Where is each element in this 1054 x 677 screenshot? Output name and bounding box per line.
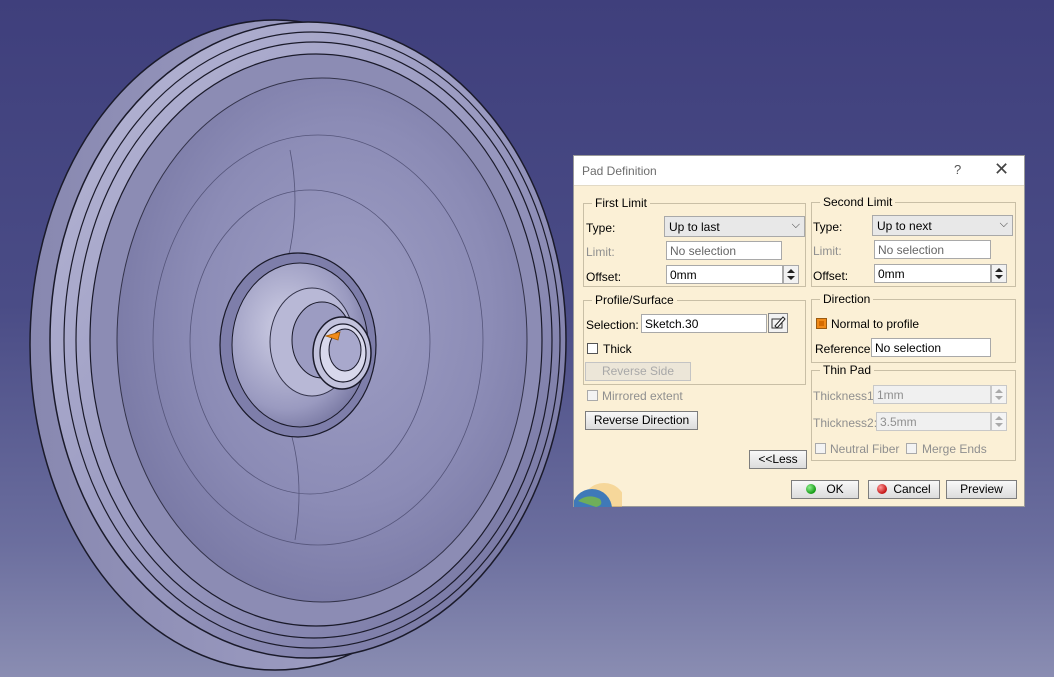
first-limit-legend: First Limit xyxy=(592,196,650,210)
merge-ends-label: Merge Ends xyxy=(922,442,987,456)
thickness1-label: Thickness1: xyxy=(813,389,878,403)
chevron-down-icon: ⌵ xyxy=(999,218,1008,230)
normal-to-profile-checkbox[interactable] xyxy=(816,318,827,329)
thick-checkbox[interactable] xyxy=(587,343,598,354)
reverse-direction-button[interactable]: Reverse Direction xyxy=(585,411,698,430)
neutral-fiber-label: Neutral Fiber xyxy=(830,442,900,456)
merge-ends-checkbox[interactable] xyxy=(906,443,917,454)
second-limit-legend: Second Limit xyxy=(820,195,896,209)
dialog-titlebar[interactable]: Pad Definition ? ✕ xyxy=(574,156,1024,186)
cancel-icon xyxy=(877,484,888,494)
pad-definition-dialog: Pad Definition ? ✕ First Limit Type: Up … xyxy=(573,155,1025,507)
first-offset-spinner[interactable] xyxy=(783,265,799,284)
second-offset-spinner[interactable] xyxy=(991,264,1007,283)
reverse-side-button[interactable]: Reverse Side xyxy=(585,362,691,381)
first-offset-input[interactable]: 0mm xyxy=(666,265,783,284)
second-type-label: Type: xyxy=(813,220,843,234)
thickness1-spinner[interactable] xyxy=(991,385,1007,404)
dialog-title: Pad Definition xyxy=(582,164,657,178)
thickness2-input[interactable]: 3.5mm xyxy=(876,412,991,431)
thickness2-spinner[interactable] xyxy=(991,412,1007,431)
wheel-part[interactable] xyxy=(29,19,567,671)
preview-button[interactable]: Preview xyxy=(946,480,1017,499)
thickness1-input[interactable]: 1mm xyxy=(873,385,991,404)
first-type-dropdown[interactable]: Up to last ⌵ xyxy=(664,216,805,237)
second-limit-label: Limit: xyxy=(813,244,842,258)
thick-label: Thick xyxy=(603,342,632,356)
sketcher-icon[interactable] xyxy=(768,313,788,333)
ok-icon xyxy=(806,484,817,494)
globe-icon xyxy=(574,471,622,507)
first-limit-label: Limit: xyxy=(586,245,615,259)
close-icon[interactable]: ✕ xyxy=(994,159,1009,180)
second-limit-field[interactable]: No selection xyxy=(874,240,991,259)
mirrored-extent-label: Mirrored extent xyxy=(602,389,683,403)
reference-field[interactable]: No selection xyxy=(871,338,991,357)
normal-to-profile-label: Normal to profile xyxy=(831,317,920,331)
reference-label: Reference: xyxy=(815,342,874,356)
selection-field[interactable]: Sketch.30 xyxy=(641,314,767,333)
neutral-fiber-checkbox[interactable] xyxy=(815,443,826,454)
help-icon[interactable]: ? xyxy=(954,162,961,177)
first-type-value: Up to last xyxy=(669,220,720,234)
first-type-label: Type: xyxy=(586,221,616,235)
first-limit-field[interactable]: No selection xyxy=(666,241,782,260)
thickness2-label: Thickness2: xyxy=(813,416,878,430)
direction-legend: Direction xyxy=(820,292,874,306)
first-offset-label: Offset: xyxy=(586,270,622,284)
less-button[interactable]: <<Less xyxy=(749,450,807,469)
ok-button[interactable]: OK xyxy=(791,480,859,499)
second-type-dropdown[interactable]: Up to next ⌵ xyxy=(872,215,1013,236)
selection-label: Selection: xyxy=(586,318,639,332)
cancel-button[interactable]: Cancel xyxy=(868,480,940,499)
profile-surface-legend: Profile/Surface xyxy=(592,293,677,307)
mirrored-extent-checkbox[interactable] xyxy=(587,390,598,401)
second-type-value: Up to next xyxy=(877,219,932,233)
second-offset-label: Offset: xyxy=(813,269,849,283)
second-offset-input[interactable]: 0mm xyxy=(874,264,991,283)
chevron-down-icon: ⌵ xyxy=(791,219,800,231)
thin-pad-legend: Thin Pad xyxy=(820,363,875,377)
